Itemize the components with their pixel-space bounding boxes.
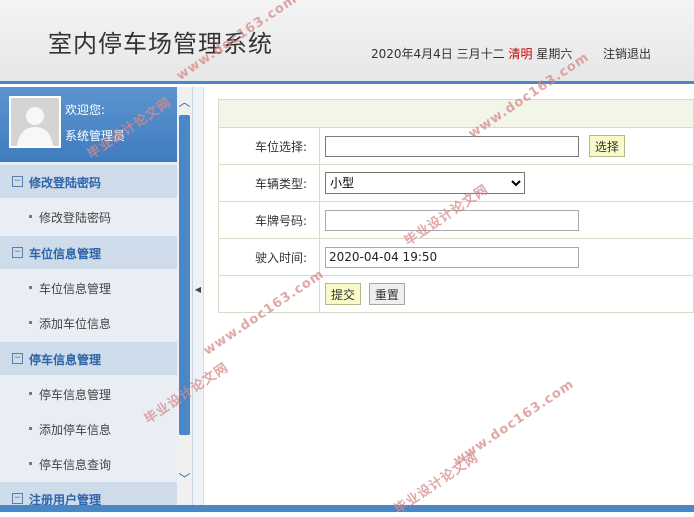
menu-item-label: 停车信息查询 (39, 458, 112, 472)
welcome-text: 欢迎您: (65, 103, 106, 117)
menu-group-parking-records[interactable]: − 停车信息管理 (0, 342, 177, 375)
collapse-toggle-icon: − (12, 176, 23, 187)
menu-group-label: 注册用户管理 (29, 493, 102, 505)
select-button[interactable]: 选择 (588, 135, 625, 157)
menu-item-label: 车位信息管理 (39, 282, 112, 296)
header-divider (0, 81, 694, 84)
menu-item-label: 修改登陆密码 (39, 211, 112, 225)
menu-item-change-password[interactable]: 修改登陆密码 (0, 198, 177, 233)
plate-label: 车牌号码: (218, 201, 320, 239)
logout-link[interactable]: 注销退出 (603, 45, 651, 62)
bullet-icon (29, 392, 32, 395)
submit-button[interactable]: 提交 (325, 283, 362, 305)
date-line: 2020年4月4日 三月十二 清明 星期六 (371, 45, 572, 62)
vehicle-type-label: 车辆类型: (218, 164, 320, 202)
entry-time-input[interactable] (325, 246, 579, 268)
weekday: 星期六 (536, 47, 573, 61)
parking-spot-label: 车位选择: (218, 127, 320, 165)
menu-group-parking-spots[interactable]: − 车位信息管理 (0, 236, 177, 269)
menu-group-change-password[interactable]: − 修改登陆密码 (0, 165, 177, 198)
menu-item-parking-record-query[interactable]: 停车信息查询 (0, 445, 177, 480)
chevron-up-icon[interactable]: ︿ (177, 95, 192, 110)
menu-group-label: 车位信息管理 (29, 247, 102, 261)
collapse-toggle-icon: − (12, 247, 23, 258)
reset-button[interactable]: 重置 (368, 283, 405, 305)
entry-time-label: 驶入时间: (218, 238, 320, 276)
chevron-down-icon[interactable]: ﹀ (177, 472, 192, 487)
menu-group-label: 修改登陆密码 (29, 176, 102, 190)
bottom-bar (0, 505, 694, 512)
parking-spot-input[interactable] (325, 136, 579, 157)
menu-group-label: 停车信息管理 (29, 353, 102, 367)
form-header-row (218, 99, 694, 128)
sidebar-scrollbar[interactable]: ︿ ﹀ (177, 87, 192, 505)
user-silhouette-icon (11, 98, 59, 146)
bullet-icon (29, 427, 32, 430)
menu-item-parking-spot-management[interactable]: 车位信息管理 (0, 269, 177, 304)
bullet-icon (29, 286, 32, 289)
menu-item-label: 添加停车信息 (39, 423, 112, 437)
menu-item-label: 添加车位信息 (39, 317, 112, 331)
form-row-entry-time: 驶入时间: (218, 238, 694, 276)
bullet-icon (29, 321, 32, 324)
menu-item-add-parking-spot[interactable]: 添加车位信息 (0, 304, 177, 339)
lunar-date: 三月十二 (456, 47, 505, 61)
menu-item-label: 停车信息管理 (39, 388, 112, 402)
app-header: 室内停车场管理系统 2020年4月4日 三月十二 清明 星期六 注销退出 (0, 0, 694, 84)
bullet-icon (29, 215, 32, 218)
collapse-toggle-icon: − (12, 493, 23, 504)
menu-group-registered-users[interactable]: − 注册用户管理 (0, 482, 177, 505)
form-row-parking-spot: 车位选择: 选择 (218, 127, 694, 165)
date: 2020年4月4日 (371, 47, 453, 61)
avatar (9, 96, 61, 148)
collapse-toggle-icon: − (12, 353, 23, 364)
vehicle-type-select[interactable]: 小型 (325, 172, 525, 194)
bullet-icon (29, 462, 32, 465)
sidebar-collapse-bar[interactable]: ◀ (193, 87, 204, 505)
collapse-arrow-icon[interactable]: ◀ (193, 282, 203, 298)
solar-term: 清明 (508, 47, 533, 61)
